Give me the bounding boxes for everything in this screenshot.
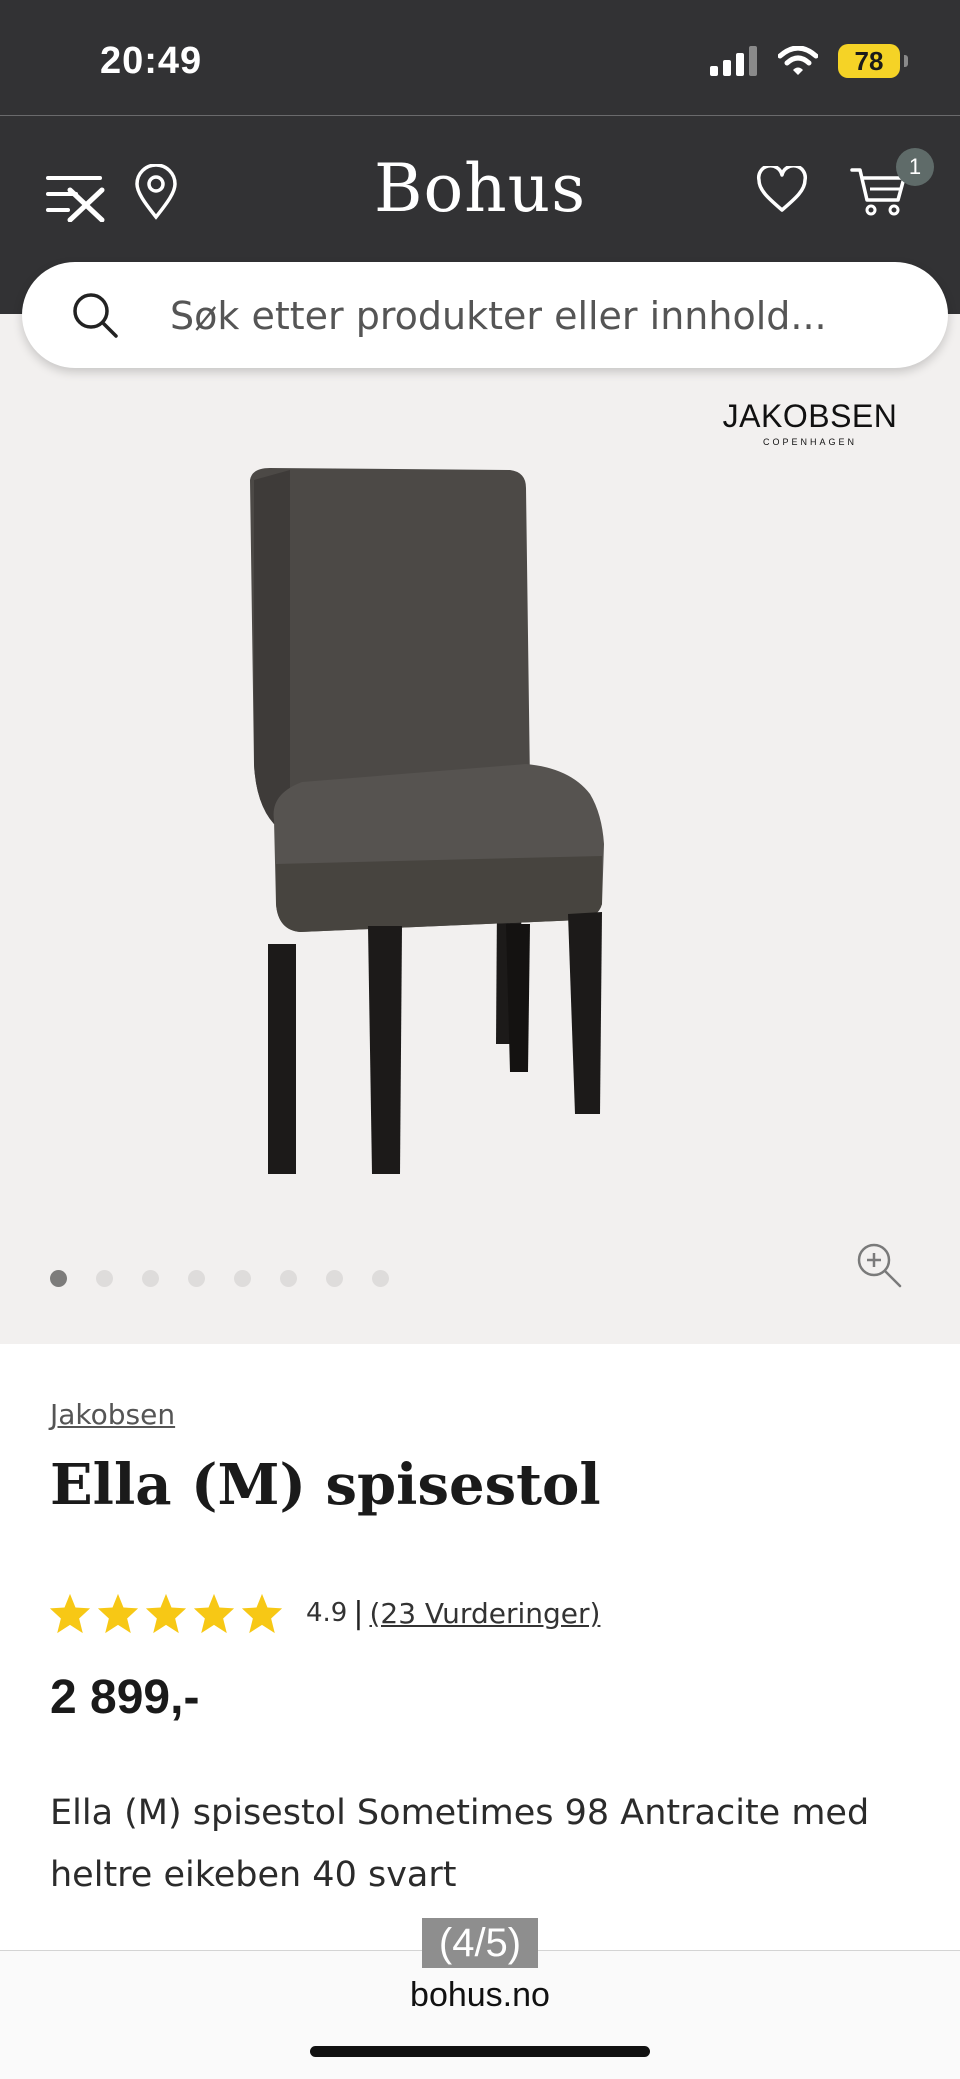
star-icon <box>241 1593 283 1634</box>
product-gallery[interactable]: JAKOBSEN COPENHAGEN <box>0 314 960 1344</box>
image-carousel-dots[interactable] <box>50 1270 389 1287</box>
signal-icon <box>710 46 757 76</box>
zoom-in-icon[interactable] <box>856 1242 904 1290</box>
cart-count-badge: 1 <box>896 148 934 186</box>
carousel-dot[interactable] <box>188 1270 205 1287</box>
carousel-dot[interactable] <box>50 1270 67 1287</box>
status-indicators: 78 <box>710 44 908 78</box>
carousel-dot[interactable] <box>96 1270 113 1287</box>
home-indicator[interactable] <box>310 2046 650 2057</box>
carousel-dot[interactable] <box>372 1270 389 1287</box>
wifi-icon <box>778 46 818 75</box>
search-bar[interactable] <box>22 262 948 368</box>
search-icon[interactable] <box>72 292 118 338</box>
heart-icon[interactable] <box>756 166 808 214</box>
rating-separator: | <box>353 1595 364 1631</box>
product-title: Ella (M) spisestol <box>50 1452 601 1518</box>
product-rating: 4.9 | (23 Vurderinger) <box>48 1592 600 1634</box>
carousel-dot[interactable] <box>280 1270 297 1287</box>
product-price: 2 899,- <box>50 1671 200 1724</box>
search-input[interactable] <box>168 284 912 348</box>
status-time: 20:49 <box>100 40 203 82</box>
rating-value: 4.9 <box>306 1598 348 1628</box>
product-description: Ella (M) spisestol Sometimes 98 Antracit… <box>50 1793 870 1895</box>
rating-stars <box>48 1592 284 1634</box>
reviews-link[interactable]: (23 Vurderinger) <box>369 1597 600 1630</box>
star-icon <box>193 1593 235 1634</box>
product-image-chair[interactable] <box>230 464 730 1184</box>
carousel-dot[interactable] <box>142 1270 159 1287</box>
brand-logo: JAKOBSEN COPENHAGEN <box>700 398 920 447</box>
brand-logo-main: JAKOBSEN <box>722 398 898 434</box>
battery-indicator: 78 <box>838 44 908 78</box>
carousel-dot[interactable] <box>234 1270 251 1287</box>
site-logo[interactable]: Bohus <box>0 150 960 227</box>
star-icon <box>49 1593 91 1634</box>
browser-url[interactable]: bohus.no <box>0 1976 960 2015</box>
header-divider <box>0 115 960 116</box>
star-icon <box>145 1593 187 1634</box>
carousel-dot[interactable] <box>326 1270 343 1287</box>
page-indicator: (4/5) <box>422 1918 538 1968</box>
star-icon <box>97 1593 139 1634</box>
product-brand-link[interactable]: Jakobsen <box>50 1398 175 1431</box>
brand-logo-sub: COPENHAGEN <box>762 437 857 447</box>
